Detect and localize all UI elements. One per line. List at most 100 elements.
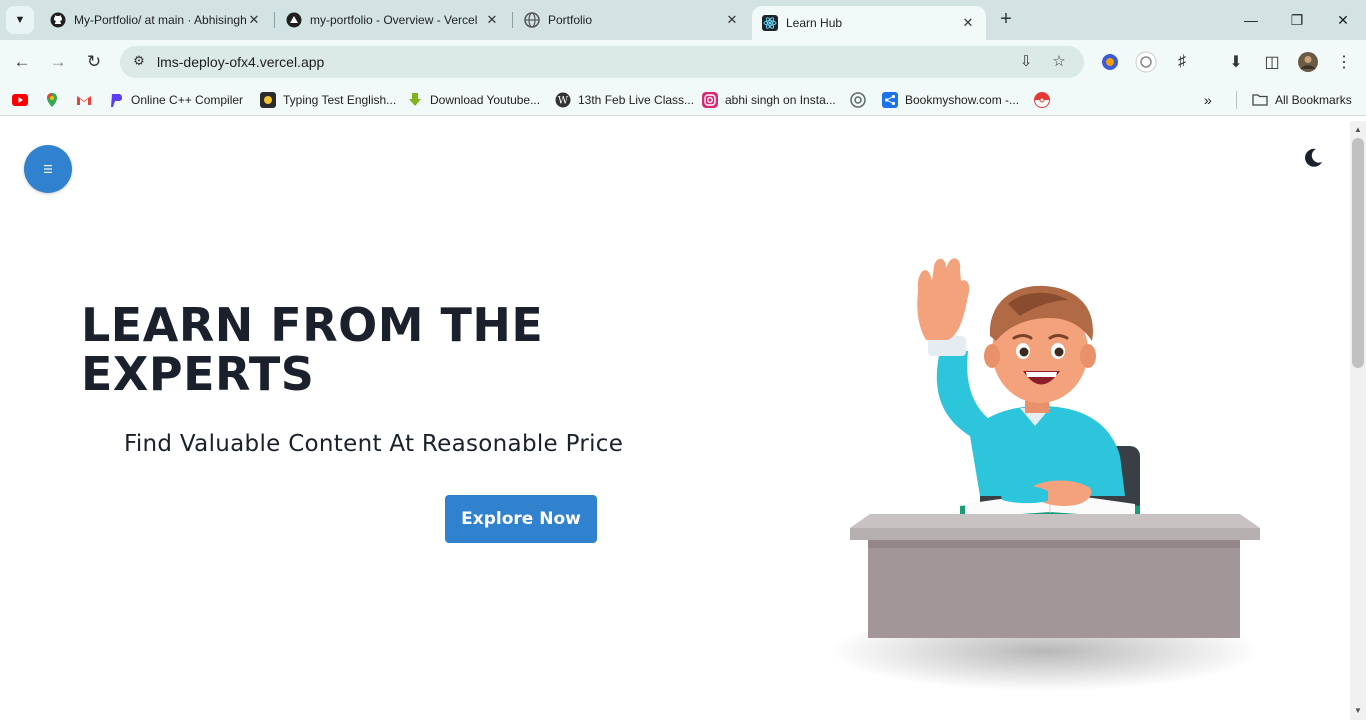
download-icon: ⬇ — [1229, 54, 1243, 71]
tab-vercel[interactable]: my-portfolio - Overview - Vercel ✕ — [276, 6, 510, 34]
bookmark-divider — [1236, 91, 1237, 109]
tab-search-button[interactable]: ▼ — [6, 6, 34, 34]
bookmark-bookmyshow[interactable]: Bookmyshow.com -... — [882, 91, 1019, 109]
extension-circle-icon — [1102, 54, 1118, 70]
avatar — [1298, 52, 1318, 72]
minimize-button[interactable]: — — [1228, 0, 1274, 40]
arrow-left-icon: ← — [13, 52, 31, 71]
close-icon: ✕ — [1337, 11, 1349, 28]
chevron-down-icon: ▼ — [14, 14, 26, 26]
tab-title: my-portfolio - Overview - Vercel — [310, 13, 478, 27]
explore-now-button[interactable]: Explore Now — [445, 495, 597, 543]
bookmark-pokeball[interactable] — [1034, 91, 1057, 109]
menu-button[interactable]: ⋮ — [1332, 50, 1356, 74]
gmail-icon — [77, 96, 91, 105]
more-bookmarks-button[interactable]: » — [1204, 91, 1212, 109]
hero-subtitle: Find Valuable Content At Reasonable Pric… — [124, 431, 624, 457]
minimize-icon: — — [1244, 12, 1258, 28]
close-window-button[interactable]: ✕ — [1320, 0, 1366, 40]
arrow-right-icon: → — [49, 52, 67, 71]
moon-icon — [1305, 148, 1322, 167]
scroll-up-icon[interactable]: ▲ — [1350, 122, 1366, 138]
plus-icon: + — [1000, 8, 1012, 30]
profile-button[interactable] — [1296, 50, 1320, 74]
bookmark-label: Bookmyshow.com -... — [905, 93, 1020, 107]
new-tab-button[interactable]: + — [994, 8, 1018, 32]
restore-button[interactable]: ❐ — [1274, 0, 1320, 40]
bookmark-chatgpt[interactable] — [850, 91, 873, 109]
install-app-icon[interactable]: ⇩ — [1016, 52, 1036, 72]
side-panel-icon: ◫ — [1264, 54, 1280, 71]
close-icon[interactable]: ✕ — [246, 12, 262, 28]
all-bookmarks-button[interactable]: All Bookmarks — [1252, 91, 1352, 109]
site-settings-icon[interactable]: ⚙ — [130, 53, 148, 71]
bookmark-label: Download Youtube... — [430, 93, 541, 107]
reload-button[interactable]: ↻ — [80, 48, 108, 76]
youtube-icon — [12, 94, 28, 106]
theme-toggle-button[interactable] — [1300, 145, 1326, 171]
student-illustration — [830, 258, 1260, 691]
back-button[interactable]: ← — [8, 48, 36, 76]
github-icon — [50, 12, 66, 28]
chatgpt-icon — [850, 92, 866, 108]
tab-strip: ▼ My-Portfolio/ at main · Abhisingh ✕ my… — [0, 0, 1366, 40]
puzzle-icon: ♯ — [1178, 53, 1186, 70]
url-text[interactable]: lms-deploy-ofx4.vercel.app — [157, 54, 324, 70]
tab-portfolio[interactable]: Portfolio ✕ — [514, 6, 750, 34]
extensions-button[interactable]: ♯ — [1170, 50, 1194, 74]
restore-icon: ❐ — [1290, 11, 1304, 28]
side-panel-button[interactable]: ◫ — [1260, 50, 1284, 74]
bookmark-label: Typing Test English... — [283, 93, 397, 107]
folder-icon — [1252, 94, 1268, 106]
vercel-icon — [286, 12, 302, 28]
close-icon[interactable]: ✕ — [484, 12, 500, 28]
browser-toolbar: ← → ↻ ⚙ lms-deploy-ofx4.vercel.app ⇩ ☆ ♯… — [0, 40, 1366, 84]
bookmarks-bar: Online C++ Compiler Typing Test English.… — [0, 84, 1366, 116]
record-extension-icon — [1135, 51, 1157, 73]
downloads-button[interactable]: ⬇ — [1224, 50, 1248, 74]
tab-separator — [274, 12, 275, 28]
tab-learn-hub[interactable]: Learn Hub ✕ — [752, 6, 986, 40]
scroll-down-icon[interactable]: ▼ — [1350, 703, 1366, 719]
hamburger-icon — [44, 165, 52, 173]
bookmark-gmail[interactable] — [76, 91, 99, 109]
pokeball-icon — [1034, 92, 1050, 108]
bookmark-online-cpp-compiler[interactable]: Online C++ Compiler — [108, 91, 243, 109]
typing-icon — [260, 92, 276, 108]
all-bookmarks-label: All Bookmarks — [1275, 93, 1352, 107]
page-viewport: LEARN FROM THE EXPERTS Find Valuable Con… — [0, 121, 1350, 720]
bookmark-label: Online C++ Compiler — [131, 93, 244, 107]
tab-title: Portfolio — [548, 13, 593, 27]
reload-icon: ↻ — [86, 52, 102, 71]
star-icon[interactable]: ☆ — [1049, 52, 1069, 72]
wordpress-icon: W — [555, 92, 571, 108]
bookmark-youtube[interactable] — [12, 91, 35, 109]
globe-icon — [524, 12, 540, 28]
close-icon[interactable]: ✕ — [960, 15, 976, 31]
instagram-icon — [702, 92, 718, 108]
hero-title: LEARN FROM THE EXPERTS — [81, 298, 544, 401]
react-icon — [762, 15, 778, 31]
tab-github[interactable]: My-Portfolio/ at main · Abhisingh ✕ — [40, 6, 272, 34]
bookmark-live-class[interactable]: W 13th Feb Live Class... — [555, 91, 694, 109]
hamburger-menu-button[interactable] — [24, 145, 72, 193]
extension-button[interactable] — [1134, 50, 1158, 74]
bookmark-label: 13th Feb Live Class... — [578, 93, 695, 107]
tab-title: Learn Hub — [786, 16, 843, 30]
forward-button[interactable]: → — [44, 48, 72, 76]
bookmark-label: abhi singh on Insta... — [725, 93, 836, 107]
bookmark-maps[interactable] — [44, 91, 67, 109]
close-icon[interactable]: ✕ — [724, 12, 740, 28]
address-bar[interactable]: ⚙ lms-deploy-ofx4.vercel.app ⇩ ☆ — [120, 46, 1084, 78]
bookmark-download-youtube[interactable]: Download Youtube... — [407, 91, 540, 109]
bookmark-typing-test[interactable]: Typing Test English... — [260, 91, 396, 109]
maps-icon — [47, 93, 57, 107]
scrollbar-thumb[interactable] — [1352, 138, 1364, 368]
chevron-double-right-icon: » — [1204, 92, 1212, 108]
svg-text:W: W — [558, 96, 569, 107]
programiz-icon — [111, 94, 122, 107]
share-icon — [882, 92, 898, 108]
extension-button[interactable] — [1098, 50, 1122, 74]
bookmark-instagram[interactable]: abhi singh on Insta... — [702, 91, 836, 109]
download-arrow-icon — [409, 93, 421, 106]
